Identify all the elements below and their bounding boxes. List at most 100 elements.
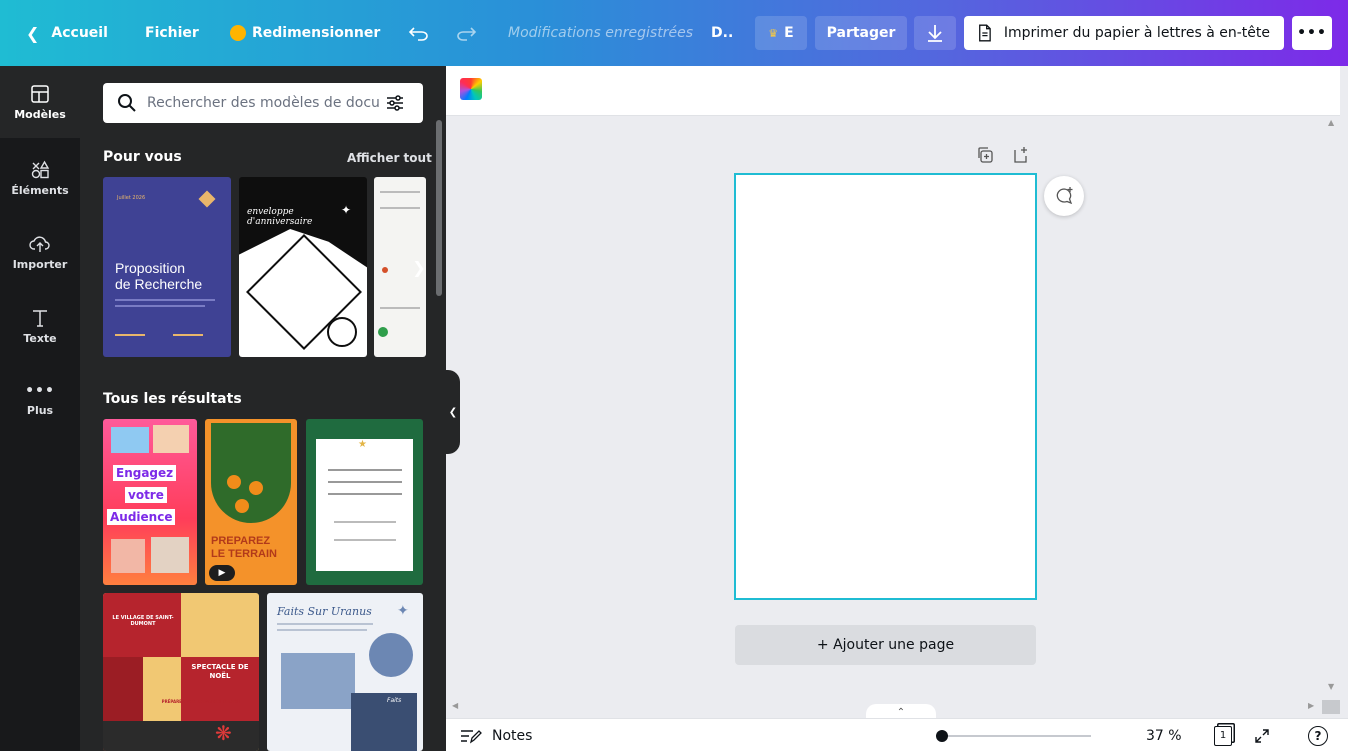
pages-icon: 1 bbox=[1214, 725, 1232, 746]
scroll-left-icon: ◀ bbox=[452, 701, 459, 710]
template-birthday-envelope[interactable]: enveloppe d'anniversaire ✦ bbox=[239, 177, 367, 357]
zoom-level-label: 37 % bbox=[1146, 727, 1182, 744]
template-prepare-terrain[interactable]: PREPAREZ LE TERRAIN ▶ bbox=[205, 419, 297, 585]
logo-icon bbox=[198, 190, 216, 208]
top-toolbar: ❮ Accueil Fichier Redimensionner Modific… bbox=[0, 0, 1348, 66]
crown-icon: ♛ bbox=[768, 26, 779, 40]
side-rail: Modèles Éléments Importer Texte ••• Plus bbox=[0, 66, 80, 751]
panel-scrollbar[interactable] bbox=[436, 120, 442, 296]
template-text-line: SPECTACLE DE bbox=[191, 663, 249, 671]
zoom-level[interactable]: 37 % bbox=[1146, 719, 1182, 751]
fullscreen-button[interactable] bbox=[1254, 719, 1270, 751]
sparkle-icon: ✦ bbox=[397, 603, 409, 619]
share-label: Partager bbox=[826, 25, 896, 41]
search-placeholder: Rechercher des modèles de docun bbox=[147, 95, 379, 111]
template-text-line: votre bbox=[125, 487, 167, 503]
download-button[interactable] bbox=[914, 16, 956, 50]
template-christmas-show[interactable]: LE VILLAGE DE SAINT-DUMONT SPECTACLE DE … bbox=[103, 593, 259, 751]
duplicate-page-icon[interactable] bbox=[976, 146, 994, 164]
templates-icon bbox=[31, 84, 49, 103]
upload-icon bbox=[29, 235, 50, 252]
add-page-button[interactable]: + Ajouter une page bbox=[735, 625, 1036, 665]
template-title: SPECTACLE DE NOËL bbox=[183, 663, 257, 681]
vertical-scrollbar[interactable]: ▲ ▼ bbox=[1325, 116, 1340, 701]
text-icon bbox=[33, 309, 47, 327]
template-text-line: PRÉPAREZ VOS APPAREILS PHOTO! bbox=[161, 699, 241, 704]
template-engage-audience[interactable]: Engagez votre Audience bbox=[103, 419, 197, 585]
template-title: Faits Sur Uranus bbox=[277, 605, 372, 618]
template-title-line: Proposition bbox=[115, 260, 186, 276]
template-search-input[interactable]: Rechercher des modèles de docun bbox=[103, 83, 423, 123]
for-you-heading: Pour vous bbox=[103, 149, 182, 165]
see-all-link[interactable]: Afficher tout bbox=[347, 151, 432, 165]
help-icon: ? bbox=[1308, 725, 1328, 746]
collapse-panel-button[interactable]: ❮ bbox=[446, 370, 460, 454]
resize-button[interactable]: Redimensionner bbox=[230, 16, 380, 50]
file-menu-label: Fichier bbox=[145, 25, 199, 41]
document-title-label: D.. bbox=[711, 25, 734, 41]
print-letterhead-button[interactable]: Imprimer du papier à lettres à en-tête bbox=[964, 16, 1284, 50]
rail-item-label: Plus bbox=[26, 403, 54, 417]
color-picker-icon[interactable] bbox=[460, 78, 482, 100]
template-green-invitation[interactable]: ★ bbox=[306, 419, 423, 585]
download-icon bbox=[928, 25, 942, 42]
add-page-icon[interactable] bbox=[1012, 146, 1030, 164]
filter-icon[interactable] bbox=[385, 93, 405, 113]
template-title: Proposition de Recherche bbox=[115, 260, 202, 292]
scroll-down-icon: ▼ bbox=[1328, 682, 1335, 691]
chevron-up-icon: ⌃ bbox=[896, 706, 906, 718]
star-icon: ✦ bbox=[341, 203, 352, 217]
redo-icon bbox=[457, 27, 477, 41]
scroll-up-icon: ▲ bbox=[1328, 118, 1335, 127]
add-comment-button[interactable] bbox=[1044, 176, 1084, 216]
rail-item-elements[interactable]: Éléments bbox=[0, 142, 80, 214]
rail-item-templates[interactable]: Modèles bbox=[0, 66, 80, 138]
share-button[interactable]: Partager bbox=[815, 16, 907, 50]
notes-label: Notes bbox=[492, 727, 533, 744]
play-icon[interactable]: ▶ bbox=[209, 565, 235, 581]
pro-label: E bbox=[784, 25, 794, 41]
notes-icon bbox=[461, 729, 482, 743]
page-count-label: 1 bbox=[1219, 730, 1227, 741]
chevron-left-icon: ❮ bbox=[26, 23, 40, 43]
rail-item-label: Modèles bbox=[14, 107, 66, 121]
document-title[interactable]: D.. bbox=[711, 16, 733, 50]
rail-item-text[interactable]: Texte bbox=[0, 290, 80, 362]
star-icon: ★ bbox=[358, 439, 367, 450]
help-button[interactable]: ? bbox=[1308, 719, 1328, 751]
comment-icon bbox=[1056, 187, 1073, 205]
bottom-bar: Notes 37 % 1 ? bbox=[446, 718, 1348, 751]
resize-label: Redimensionner bbox=[252, 25, 381, 41]
page-count-button[interactable]: 1 bbox=[1214, 719, 1232, 751]
template-text-line: LE VILLAGE DE SAINT-DUMONT bbox=[112, 615, 174, 627]
redo-button[interactable] bbox=[455, 16, 477, 50]
snowflake-icon: ❋ bbox=[215, 721, 232, 745]
zoom-slider-track[interactable] bbox=[941, 735, 1091, 737]
more-icon: ••• bbox=[25, 382, 55, 399]
design-page[interactable] bbox=[734, 173, 1037, 600]
template-research-proposal[interactable]: Juillet 2026 Proposition de Recherche bbox=[103, 177, 231, 357]
template-text-line: Engagez bbox=[113, 465, 177, 481]
rail-item-label: Texte bbox=[23, 331, 57, 345]
undo-icon bbox=[408, 27, 428, 41]
save-status-label: Modifications enregistrées bbox=[508, 25, 693, 41]
add-page-label: + Ajouter une page bbox=[816, 637, 955, 653]
template-title-line: de Recherche bbox=[115, 276, 203, 292]
pro-button[interactable]: ♛ E bbox=[755, 16, 807, 50]
undo-button[interactable] bbox=[408, 16, 430, 50]
zoom-slider-handle[interactable] bbox=[936, 730, 948, 742]
template-title-line: enveloppe bbox=[247, 207, 294, 217]
template-uranus-facts[interactable]: Faits Sur Uranus Faits ✦ bbox=[267, 593, 423, 751]
rail-item-label: Importer bbox=[12, 257, 68, 271]
document-icon bbox=[979, 24, 991, 42]
file-menu-button[interactable]: Fichier bbox=[145, 16, 199, 50]
crown-icon bbox=[230, 25, 246, 41]
home-button[interactable]: ❮ Accueil bbox=[26, 16, 108, 50]
template-title: PREPAREZ LE TERRAIN bbox=[211, 535, 277, 561]
rail-item-upload[interactable]: Importer bbox=[0, 216, 80, 288]
rail-item-more[interactable]: ••• Plus bbox=[0, 364, 80, 436]
notes-button[interactable]: Notes bbox=[460, 719, 532, 751]
carousel-next-button[interactable]: ❯ bbox=[408, 256, 430, 278]
more-options-button[interactable]: ••• bbox=[1292, 16, 1332, 50]
home-label: Accueil bbox=[51, 25, 108, 41]
